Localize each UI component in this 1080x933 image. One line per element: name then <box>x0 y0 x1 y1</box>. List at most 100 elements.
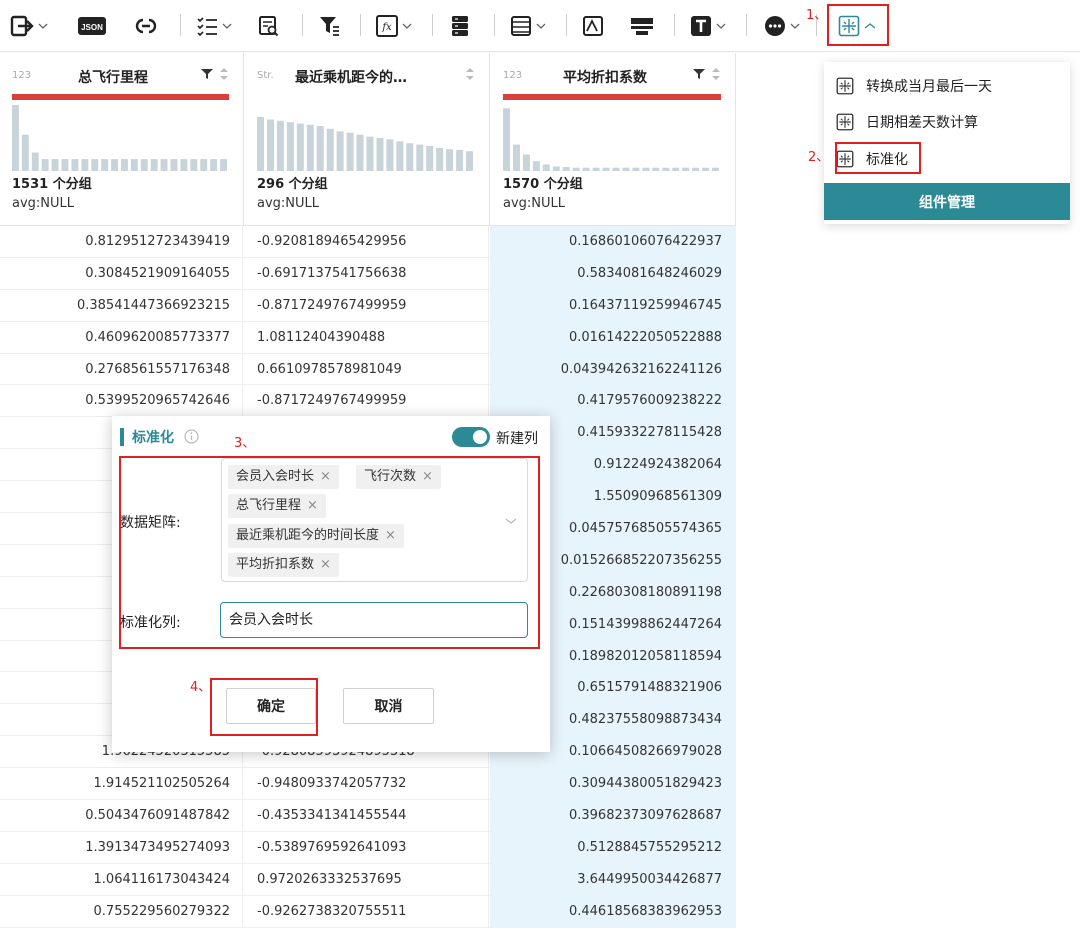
table-cell[interactable]: -0.8717249767499959 <box>244 385 489 418</box>
more-button[interactable] <box>764 12 800 40</box>
close-icon[interactable]: × <box>320 469 331 484</box>
checklist-button[interactable] <box>196 12 232 40</box>
table-cell[interactable]: 0.5128845755295212 <box>490 831 736 864</box>
table-cell[interactable]: 1.08112404390488 <box>244 321 489 354</box>
table-cell[interactable]: 1.064116173043424 <box>0 863 243 896</box>
layout-button[interactable] <box>510 12 546 40</box>
table-cell[interactable]: 0.043942632162241126 <box>490 353 736 386</box>
table-cell[interactable]: -0.6917137541756638 <box>244 257 489 290</box>
function-button[interactable]: fx <box>376 12 412 40</box>
table-row[interactable]: 0.3084521909164055 -0.6917137541756638 0.5… <box>0 257 736 290</box>
table-cell[interactable]: 0.755229560279322 <box>0 895 243 928</box>
component-manage-button[interactable]: 组件管理 <box>824 183 1070 220</box>
new-column-toggle[interactable] <box>452 427 490 447</box>
table-cell[interactable]: 0.4179576009238222 <box>490 385 736 418</box>
table-cell[interactable]: -0.9208189465429956 <box>244 226 489 258</box>
filter-icon[interactable] <box>201 68 213 80</box>
info-icon[interactable] <box>184 429 199 444</box>
menu-item-month-end[interactable]: 转换成当月最后一天 <box>836 72 992 100</box>
table-cell[interactable]: 0.16860106076422937 <box>490 226 736 258</box>
database-button[interactable] <box>450 12 470 40</box>
histogram-bar <box>101 159 109 171</box>
filter-icon[interactable] <box>693 68 705 80</box>
link-button[interactable] <box>134 12 158 40</box>
histogram-bar <box>200 159 208 171</box>
data-matrix-select[interactable]: 会员入会时长 × 飞行次数 × 总飞行里程 × 最近乘机距今的时间长度 × 平均折扣系数… <box>221 458 528 582</box>
table-cell[interactable]: 0.5399520965742646 <box>0 385 243 418</box>
sort-icon[interactable] <box>219 67 229 81</box>
histogram-bar <box>31 152 39 171</box>
toolbar-divider <box>432 14 433 36</box>
table-row[interactable]: 0.5399520965742646 -0.8717249767499959 0.4… <box>0 385 736 418</box>
search-document-button[interactable] <box>258 12 280 40</box>
sort-icon[interactable] <box>711 67 721 81</box>
export-button[interactable] <box>10 12 48 40</box>
table-row[interactable]: 1.914521102505264 -0.9480933742057732 0.30… <box>0 768 736 801</box>
cancel-button[interactable]: 取消 <box>343 688 434 724</box>
table-cell[interactable]: 0.2768561557176348 <box>0 353 243 386</box>
table-row[interactable]: 0.2768561557176348 0.6610978578981049 0.04… <box>0 353 736 386</box>
table-cell[interactable]: -0.5389769592641093 <box>244 831 489 864</box>
close-icon[interactable]: × <box>422 469 433 484</box>
table-cell[interactable]: 0.16437119259946745 <box>490 289 736 322</box>
confirm-button[interactable]: 确定 <box>226 688 316 724</box>
table-cell[interactable]: -0.8717249767499959 <box>244 289 489 322</box>
menu-item-date-diff[interactable]: 日期相差天数计算 <box>836 108 978 136</box>
table-row[interactable]: 0.38541447366923215 -0.8717249767499959 0.… <box>0 289 736 322</box>
histogram-bar <box>542 164 550 171</box>
table-cell[interactable]: 0.4609620085773377 <box>0 321 243 354</box>
table-row[interactable]: 0.5043476091487842 -0.4353341341455544 0.3… <box>0 800 736 832</box>
filter-text-button[interactable] <box>318 12 340 40</box>
text-button[interactable] <box>690 12 726 40</box>
table-row[interactable]: 0.8129512723439419 -0.9208189465429956 0.1… <box>0 226 736 258</box>
column-header-recent-flight[interactable]: Str. 最近乘机距今的… 296 个分组 avg:NULL <box>245 53 490 225</box>
table-cell[interactable]: 0.9720263332537695 <box>244 863 489 896</box>
table-row[interactable]: 1.3913473495274093 -0.5389769592641093 0.5… <box>0 831 736 864</box>
table-cell[interactable]: 0.30944380051829423 <box>490 768 736 801</box>
table-icon <box>631 18 653 35</box>
table-row[interactable]: 0.755229560279322 -0.9262738320755511 0.44… <box>0 895 736 928</box>
table-cell[interactable]: 0.6610978578981049 <box>244 353 489 386</box>
table-cell[interactable]: 1.914521102505264 <box>0 768 243 801</box>
table-cell[interactable]: -0.9262738320755511 <box>244 895 489 928</box>
column-header-avg-discount[interactable]: 123 平均折扣系数 1570 个分组 avg:NULL <box>491 53 736 225</box>
menu-item-label: 转换成当月最后一天 <box>866 79 992 95</box>
histogram-bar <box>682 167 690 171</box>
json-button[interactable]: JSON <box>78 12 106 40</box>
histogram-bar <box>513 144 520 171</box>
table-button[interactable] <box>630 12 654 40</box>
histogram-bar <box>376 138 384 171</box>
close-icon[interactable]: × <box>307 498 318 513</box>
table-cell[interactable]: 3.6449950034426877 <box>490 863 736 896</box>
table-cell[interactable]: 0.39682373097628687 <box>490 800 736 832</box>
table-cell[interactable]: 0.38541447366923215 <box>0 289 243 322</box>
type-badge: Str. <box>257 70 274 81</box>
table-cell[interactable]: 0.3084521909164055 <box>0 257 243 290</box>
tag-recent-flight: 最近乘机距今的时间长度 × <box>228 524 404 548</box>
table-cell[interactable]: 0.5834081648246029 <box>490 257 736 290</box>
table-row[interactable]: 0.4609620085773377 1.08112404390488 0.0161… <box>0 321 736 354</box>
table-cell[interactable]: 0.5043476091487842 <box>0 800 243 832</box>
toolbar-divider <box>566 14 567 36</box>
histogram-bar <box>356 134 364 171</box>
column-header-total-flight[interactable]: 123 总飞行里程 1531 个分组 avg:NULL <box>0 53 244 225</box>
histogram-bar <box>306 124 314 171</box>
histogram <box>257 116 473 171</box>
close-icon[interactable]: × <box>385 528 396 543</box>
histogram-bar <box>672 167 680 171</box>
sort-icon[interactable] <box>465 67 475 81</box>
histogram-bar <box>652 167 660 171</box>
table-cell[interactable]: -0.9480933742057732 <box>244 768 489 801</box>
chart-button[interactable] <box>582 12 604 40</box>
table-cell[interactable]: 0.01614222050522888 <box>490 321 736 354</box>
table-cell[interactable]: 0.44618568383962953 <box>490 895 736 928</box>
table-cell[interactable]: -0.4353341341455544 <box>244 800 489 832</box>
standardize-column-input[interactable]: 会员入会时长 <box>220 602 528 638</box>
table-cell[interactable]: 0.8129512723439419 <box>0 226 243 258</box>
table-cell[interactable]: 1.3913473495274093 <box>0 831 243 864</box>
step-label-2: 2、 <box>808 150 830 165</box>
toolbar-divider <box>302 14 303 36</box>
histogram-bar <box>140 159 148 171</box>
table-row[interactable]: 1.064116173043424 0.9720263332537695 3.644… <box>0 863 736 896</box>
close-icon[interactable]: × <box>320 557 331 572</box>
